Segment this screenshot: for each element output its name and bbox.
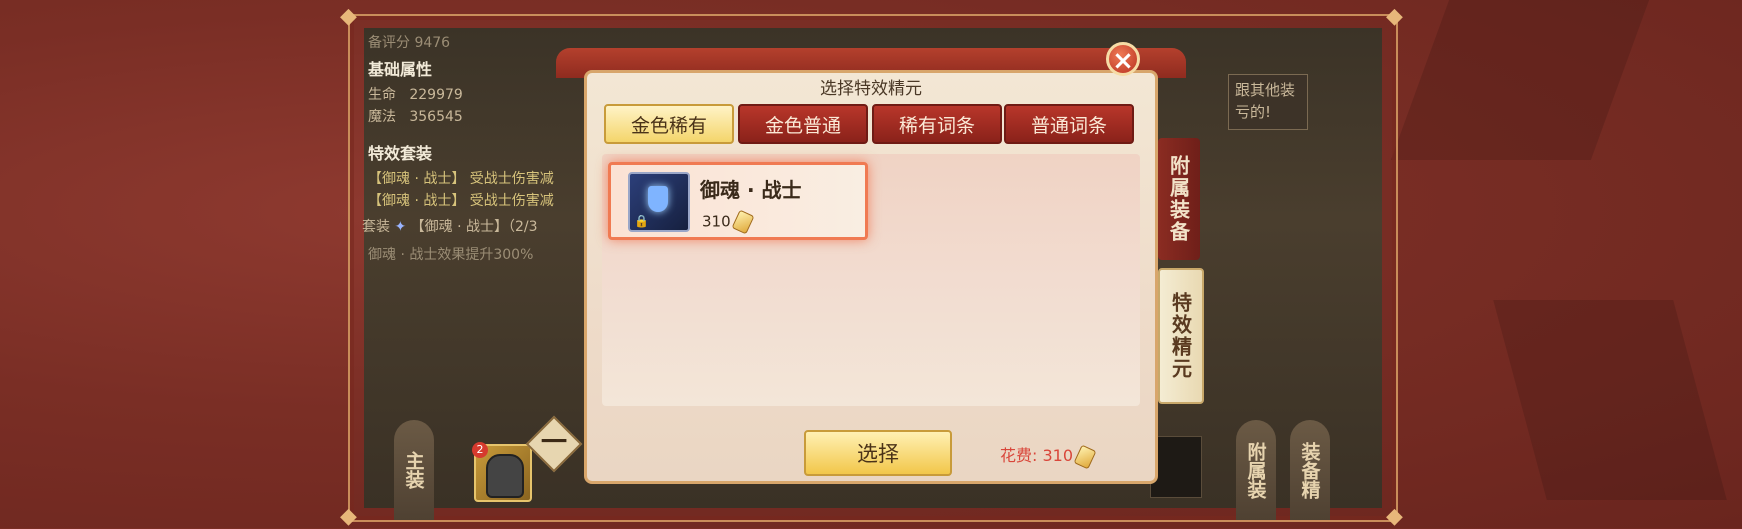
hp-row: 生命 229979 (368, 84, 463, 104)
hp-value: 229979 (409, 87, 463, 103)
helmet-icon (486, 454, 524, 498)
mp-value: 356545 (409, 109, 463, 125)
tab-special-essence[interactable]: 特效精元 (1158, 268, 1204, 404)
shield-icon (648, 186, 668, 212)
set-line-prefix: 套装 (362, 219, 390, 235)
set-line-name: 【御魂 · 战士】（2/3 (410, 219, 538, 235)
close-button[interactable]: × (1106, 42, 1140, 76)
score-value: 9476 (414, 35, 451, 51)
tab-gold-rare[interactable]: 金色稀有 (604, 104, 734, 144)
effect-line: 【御魂 · 战士】 受战士伤害减 (368, 171, 554, 187)
fee-label: 花费: 310 (1000, 446, 1074, 465)
tab-attached-equipment-bottom[interactable]: 附属装 (1236, 420, 1276, 520)
hp-label: 生命 (368, 87, 396, 103)
fee-text: 花费: 310 (1000, 442, 1097, 469)
mp-row: 魔法 356545 (368, 106, 463, 126)
minus-icon: 一 (540, 428, 567, 458)
suit-icon: ✦ (394, 219, 407, 235)
equipment-slot[interactable]: 2 (472, 442, 532, 502)
tab-gold-normal[interactable]: 金色普通 (738, 104, 868, 144)
basic-attr-heading: 基础属性 (368, 60, 433, 79)
background-shard (1493, 300, 1727, 500)
effect-line: 【御魂 · 战士】 受战士伤害减 (368, 193, 554, 209)
score-row: 备评分 9476 (368, 32, 450, 52)
corner-ornament-icon: ◆ (1386, 504, 1403, 529)
special-set-heading: 特效套装 (368, 144, 433, 163)
essence-cost: 310 (702, 209, 755, 235)
background-shard (1390, 0, 1650, 160)
shield-swords-icon: 🔒 (628, 172, 690, 232)
tab-main-equipment[interactable]: 主装 (394, 420, 434, 520)
tab-rare-affix[interactable]: 稀有词条 (872, 104, 1002, 144)
tab-equipment-essence[interactable]: 装备精 (1290, 420, 1330, 520)
select-button[interactable]: 选择 (804, 430, 952, 476)
essence-cost-value: 310 (702, 212, 731, 231)
lock-icon: 🔒 (634, 214, 649, 228)
corner-ornament-icon: ◆ (340, 4, 357, 29)
dialog-title: 选择特效精元 (820, 79, 922, 99)
tab-attached-equipment[interactable]: 附属装备 (1158, 138, 1200, 260)
tab-normal-affix[interactable]: 普通词条 (1004, 104, 1134, 144)
corner-ornament-icon: ◆ (340, 504, 357, 529)
set-line: 套装 ✦ 【御魂 · 战士】（2/3 (362, 216, 538, 236)
set-effect-line: 御魂 · 战士效果提升300% (368, 247, 534, 263)
mp-label: 魔法 (368, 109, 396, 125)
equipment-note: 跟其他装 亏的! (1228, 74, 1308, 130)
essence-name: 御魂 · 战士 (700, 178, 802, 202)
slot-badge: 2 (472, 442, 488, 458)
corner-ornament-icon: ◆ (1386, 4, 1403, 29)
score-label: 备评分 (368, 35, 410, 51)
